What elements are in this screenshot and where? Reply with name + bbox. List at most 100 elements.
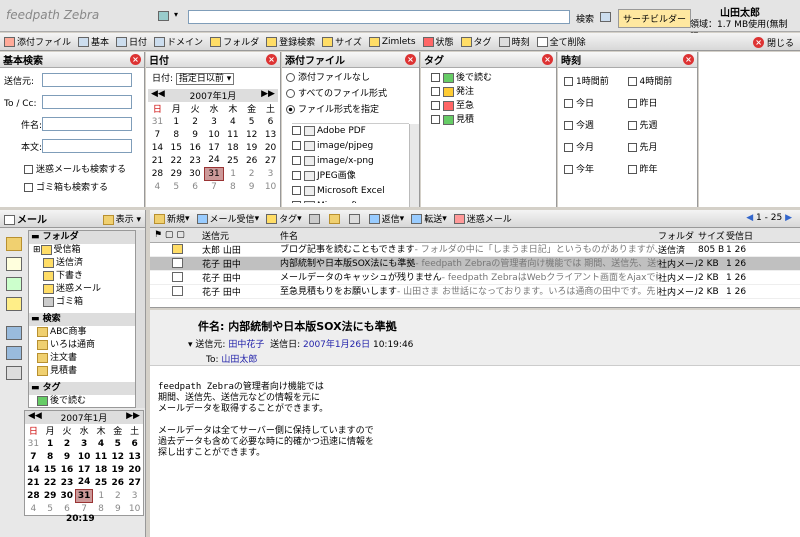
scrollbar[interactable]: [409, 124, 419, 207]
spam-checkbox[interactable]: [24, 165, 33, 174]
print-icon[interactable]: [348, 213, 362, 224]
calendar-day[interactable]: 4: [148, 180, 167, 193]
tag-option[interactable]: 後で読む: [431, 71, 546, 85]
search-button[interactable]: 検索: [576, 12, 594, 25]
calendar-day[interactable]: 16: [186, 141, 205, 154]
calendar-day[interactable]: 10: [76, 450, 93, 463]
calendar-day[interactable]: 21: [25, 476, 42, 489]
time-option[interactable]: 先月: [627, 137, 692, 159]
calendar-day[interactable]: 19: [109, 463, 126, 476]
file-type-item[interactable]: Microsoft Excel: [292, 184, 409, 199]
calendar-day[interactable]: 3: [76, 437, 93, 450]
calendar-day[interactable]: 27: [126, 476, 143, 489]
mini-calendar-grid[interactable]: 日月火水木金土 31 1 2 3 4 5 6 7 8 9 10 11 12 13 14 15 16 17 18 19 20…: [25, 424, 143, 515]
calendar-day[interactable]: 25: [93, 476, 110, 489]
no-attachment-radio[interactable]: [286, 73, 295, 82]
calendar-day[interactable]: 1: [167, 115, 186, 128]
calendar-day[interactable]: 11: [223, 128, 242, 141]
folder-item[interactable]: 下書き: [29, 270, 135, 283]
mail-row[interactable]: 花子 田中 メールデータのキャッシュが残りません - feedpath Zebra…: [150, 271, 800, 285]
time-option[interactable]: 1時間前: [564, 71, 628, 93]
time-option[interactable]: 先週: [627, 115, 692, 137]
calendar-day[interactable]: 1: [223, 167, 242, 180]
time-option[interactable]: 今週: [564, 115, 628, 137]
logout-icon[interactable]: [6, 366, 22, 380]
file-type-item[interactable]: Adobe PDF: [292, 124, 409, 139]
calendar-day[interactable]: 10: [126, 502, 143, 515]
toolbar-item-9[interactable]: タグ: [460, 35, 492, 48]
view-button[interactable]: 表示 ▾: [102, 212, 141, 225]
calendar-day[interactable]: 11: [93, 450, 110, 463]
delete-icon[interactable]: [308, 213, 322, 224]
calendar-day[interactable]: 20: [261, 141, 280, 154]
file-type-item[interactable]: JPEG画像: [292, 169, 409, 184]
close-icon[interactable]: ×: [130, 54, 141, 65]
calendar-day[interactable]: 22: [42, 476, 59, 489]
pagination[interactable]: ◀ 1 - 25 ▶: [746, 213, 792, 223]
calendar-day[interactable]: 8: [223, 180, 242, 193]
calendar-day[interactable]: 2: [109, 489, 126, 502]
contacts-icon[interactable]: [6, 257, 22, 271]
col-date[interactable]: 受信日: [726, 229, 766, 242]
calendar-icon[interactable]: [6, 277, 22, 291]
folder-item[interactable]: ⊞ 受信箱: [29, 244, 135, 257]
toolbar-item-0[interactable]: 添付ファイル: [4, 35, 71, 48]
all-types-radio[interactable]: [286, 89, 295, 98]
recipient-link[interactable]: 山田太郎: [221, 355, 257, 365]
prev-month-icon[interactable]: ◀◀: [151, 89, 165, 102]
close-panel-button[interactable]: × 閉じる: [753, 36, 794, 49]
calendar-day[interactable]: 5: [242, 115, 261, 128]
calendar-day[interactable]: 30: [59, 489, 76, 502]
calendar-day[interactable]: 5: [42, 502, 59, 515]
help-icon[interactable]: [6, 326, 22, 340]
calendar-day[interactable]: 31: [75, 488, 94, 503]
folder-item[interactable]: 迷惑メール: [29, 283, 135, 296]
saved-search-item[interactable]: 注文書: [29, 352, 135, 365]
saved-search-item[interactable]: 見積書: [29, 365, 135, 378]
calendar-day[interactable]: 18: [223, 141, 242, 154]
search-type-icon[interactable]: [158, 11, 169, 21]
toolbar-item-10[interactable]: 時刻: [498, 35, 530, 48]
calendar-day[interactable]: 20: [126, 463, 143, 476]
next-month-icon[interactable]: ▶▶: [261, 89, 275, 102]
calendar-day[interactable]: 10: [261, 180, 280, 193]
specify-type-radio[interactable]: [286, 105, 295, 114]
mail-row[interactable]: 花子 田中 至急見積もりをお願いします - 山田さま お世話になっております。いろ…: [150, 285, 800, 299]
calendar-day[interactable]: 26: [242, 154, 261, 167]
calendar-day[interactable]: 2: [186, 115, 205, 128]
calendar-day[interactable]: 17: [205, 141, 224, 154]
calendar-day[interactable]: 8: [93, 502, 110, 515]
calendar-day[interactable]: 14: [25, 463, 42, 476]
calendar-day[interactable]: 16: [59, 463, 76, 476]
calendar-day[interactable]: 29: [167, 167, 186, 180]
calendar-day[interactable]: 4: [25, 502, 42, 515]
calendar-day[interactable]: 13: [261, 128, 280, 141]
time-option[interactable]: 4時間前: [627, 71, 692, 93]
file-type-item[interactable]: image/x-png: [292, 154, 409, 169]
from-field[interactable]: [42, 72, 132, 87]
calendar-day[interactable]: 14: [148, 141, 167, 154]
calendar-day[interactable]: 15: [167, 141, 186, 154]
search-builder-button[interactable]: サーチビルダー: [618, 9, 692, 28]
mail-row[interactable]: 太郎 山田 ブログ記事を読むこともできます - フォルダの中に「しまうま日記」とい…: [150, 243, 800, 257]
toolbar-item-11[interactable]: 全て削除: [536, 35, 586, 48]
subject-field[interactable]: [42, 116, 132, 131]
calendar-day[interactable]: 3: [126, 489, 143, 502]
calendar-day[interactable]: 9: [59, 450, 76, 463]
new-button[interactable]: 新規 ▾: [154, 212, 190, 225]
calendar-day[interactable]: 28: [148, 167, 167, 180]
get-mail-button[interactable]: メール受信 ▾: [196, 212, 259, 225]
calendar-day[interactable]: 13: [126, 450, 143, 463]
file-type-item[interactable]: image/pjpeg: [292, 139, 409, 154]
tocc-field[interactable]: [42, 94, 132, 109]
time-option[interactable]: 今年: [564, 159, 628, 181]
calendar-day[interactable]: 3: [205, 115, 224, 128]
tag-option[interactable]: 至急: [431, 99, 546, 113]
calendar-day[interactable]: 5: [109, 437, 126, 450]
settings-icon[interactable]: [6, 346, 22, 360]
toolbar-item-5[interactable]: 登録検索: [266, 35, 315, 48]
mail-app-icon[interactable]: [6, 237, 22, 251]
calendar-day[interactable]: 22: [167, 154, 186, 167]
calendar-day[interactable]: 9: [186, 128, 205, 141]
collapse-icon[interactable]: ▾: [188, 340, 193, 350]
